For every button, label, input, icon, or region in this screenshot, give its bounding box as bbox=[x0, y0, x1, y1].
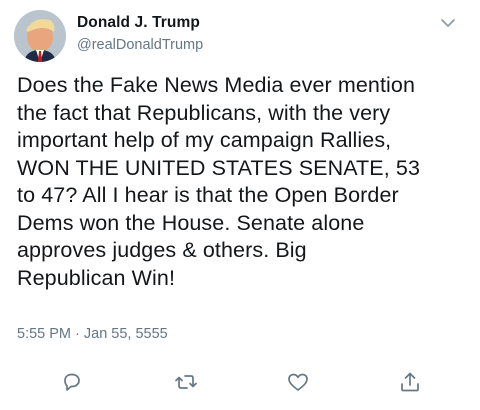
chevron-down-icon[interactable] bbox=[440, 16, 456, 28]
tweet-text: Does the Fake News Media ever mention th… bbox=[17, 73, 420, 290]
tweet-card: Donald J. Trump @realDonaldTrump Does th… bbox=[0, 0, 480, 410]
retweet-icon[interactable] bbox=[174, 370, 198, 394]
avatar-image bbox=[14, 10, 66, 62]
action-bar bbox=[0, 370, 480, 400]
author-handle[interactable]: @realDonaldTrump bbox=[77, 37, 203, 53]
reply-icon[interactable] bbox=[60, 370, 84, 394]
share-icon[interactable] bbox=[398, 370, 422, 394]
author-name[interactable]: Donald J. Trump bbox=[77, 14, 200, 32]
avatar[interactable] bbox=[14, 10, 66, 62]
tweet-timestamp[interactable]: 5:55 PM · Jan 55, 5555 bbox=[17, 326, 168, 342]
like-icon[interactable] bbox=[286, 370, 310, 394]
